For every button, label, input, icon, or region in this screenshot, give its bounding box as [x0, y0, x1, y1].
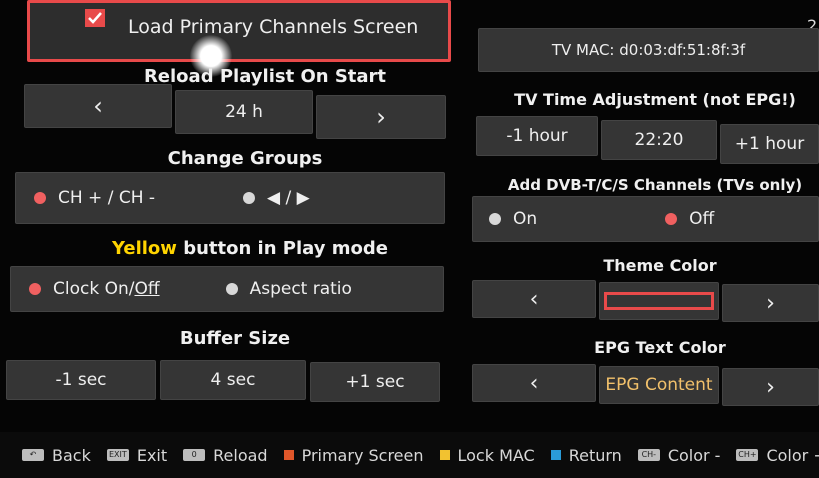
theme-color-value	[599, 282, 719, 320]
radio-selected-icon	[665, 213, 678, 225]
footer-color-plus[interactable]: CH+ Color +	[736, 446, 819, 465]
footer-legend: ↶ Back EXIT Exit 0 Reload Primary Screen…	[0, 432, 819, 478]
tv-time-adjust-title: TV Time Adjustment (not EPG!)	[514, 90, 796, 109]
epg-text-color-title: EPG Text Color	[594, 338, 726, 357]
checkbox-checked-icon	[85, 9, 105, 27]
epg-prev-button[interactable]: ‹	[472, 364, 596, 402]
epg-next-button[interactable]: ›	[722, 368, 819, 406]
change-groups-option-ch[interactable]: CH + / CH -	[34, 188, 155, 208]
time-minus-button[interactable]: -1 hour	[476, 116, 598, 156]
footer-lock-mac[interactable]: Lock MAC	[439, 446, 535, 465]
theme-color-title: Theme Color	[603, 256, 717, 275]
channel-down-key-icon: CH-	[637, 449, 660, 461]
footer-reload[interactable]: 0 Reload	[183, 446, 268, 465]
footer-back[interactable]: ↶ Back	[22, 446, 91, 465]
footer-primary-screen[interactable]: Primary Screen	[283, 446, 424, 465]
chevron-left-icon: ‹	[529, 370, 539, 396]
dvb-option-off[interactable]: Off	[665, 209, 714, 229]
reload-playlist-value: 24 h	[175, 90, 313, 134]
yellow-option-aspect[interactable]: Aspect ratio	[225, 279, 352, 299]
yellow-button-title: Yellow button in Play mode	[112, 238, 388, 259]
yellow-key-icon	[439, 450, 450, 460]
exit-key-icon: EXIT	[106, 449, 129, 461]
reload-playlist-next-button[interactable]: ›	[316, 95, 446, 139]
dvb-option-on[interactable]: On	[489, 209, 537, 229]
buffer-value: 4 sec	[160, 360, 306, 400]
chevron-right-icon: ›	[766, 374, 775, 400]
yellow-option-clock[interactable]: Clock On/Off	[29, 279, 160, 299]
buffer-plus-button[interactable]: +1 sec	[310, 362, 440, 402]
time-plus-button[interactable]: +1 hour	[720, 124, 819, 164]
buffer-size-title: Buffer Size	[179, 328, 291, 349]
footer-exit[interactable]: EXIT Exit	[106, 446, 167, 465]
chevron-left-icon: ‹	[93, 92, 103, 120]
red-key-icon	[283, 450, 294, 460]
blue-key-icon	[550, 450, 561, 460]
radio-unselected-icon	[225, 283, 238, 295]
dvb-options: On Off	[472, 196, 819, 242]
epg-color-value: EPG Content	[599, 366, 719, 404]
zero-key-icon: 0	[183, 449, 206, 461]
load-primary-label: Load Primary Channels Screen	[128, 16, 419, 38]
reload-playlist-prev-button[interactable]: ‹	[24, 84, 172, 128]
radio-unselected-icon	[243, 192, 256, 204]
theme-color-swatch	[604, 292, 714, 310]
yellow-button-options: Clock On/Off Aspect ratio	[10, 266, 444, 312]
time-value: 22:20	[601, 120, 717, 160]
chevron-left-icon: ‹	[529, 286, 539, 312]
radio-selected-icon	[34, 192, 46, 204]
back-key-icon: ↶	[22, 449, 44, 461]
chevron-right-icon: ›	[766, 290, 775, 316]
dvb-title: Add DVB-T/C/S Channels (TVs only)	[507, 176, 803, 194]
footer-color-minus[interactable]: CH- Color -	[637, 446, 720, 465]
tv-mac-display: TV MAC: d0:03:df:51:8f:3f	[478, 28, 819, 72]
theme-next-button[interactable]: ›	[722, 284, 819, 322]
theme-prev-button[interactable]: ‹	[472, 280, 596, 318]
radio-unselected-icon	[489, 213, 501, 225]
chevron-right-icon: ›	[376, 103, 386, 131]
channel-up-key-icon: CH+	[736, 449, 759, 461]
epg-content-sample: EPG Content	[605, 375, 713, 395]
radio-selected-icon	[29, 283, 41, 295]
footer-return[interactable]: Return	[550, 446, 622, 465]
load-primary-channels-toggle[interactable]: Load Primary Channels Screen	[27, 0, 451, 62]
change-groups-option-arrows[interactable]: ◀ / ▶	[243, 188, 310, 208]
change-groups-options: CH + / CH - ◀ / ▶	[15, 172, 445, 224]
buffer-minus-button[interactable]: -1 sec	[6, 360, 156, 400]
change-groups-title: Change Groups	[167, 148, 323, 169]
